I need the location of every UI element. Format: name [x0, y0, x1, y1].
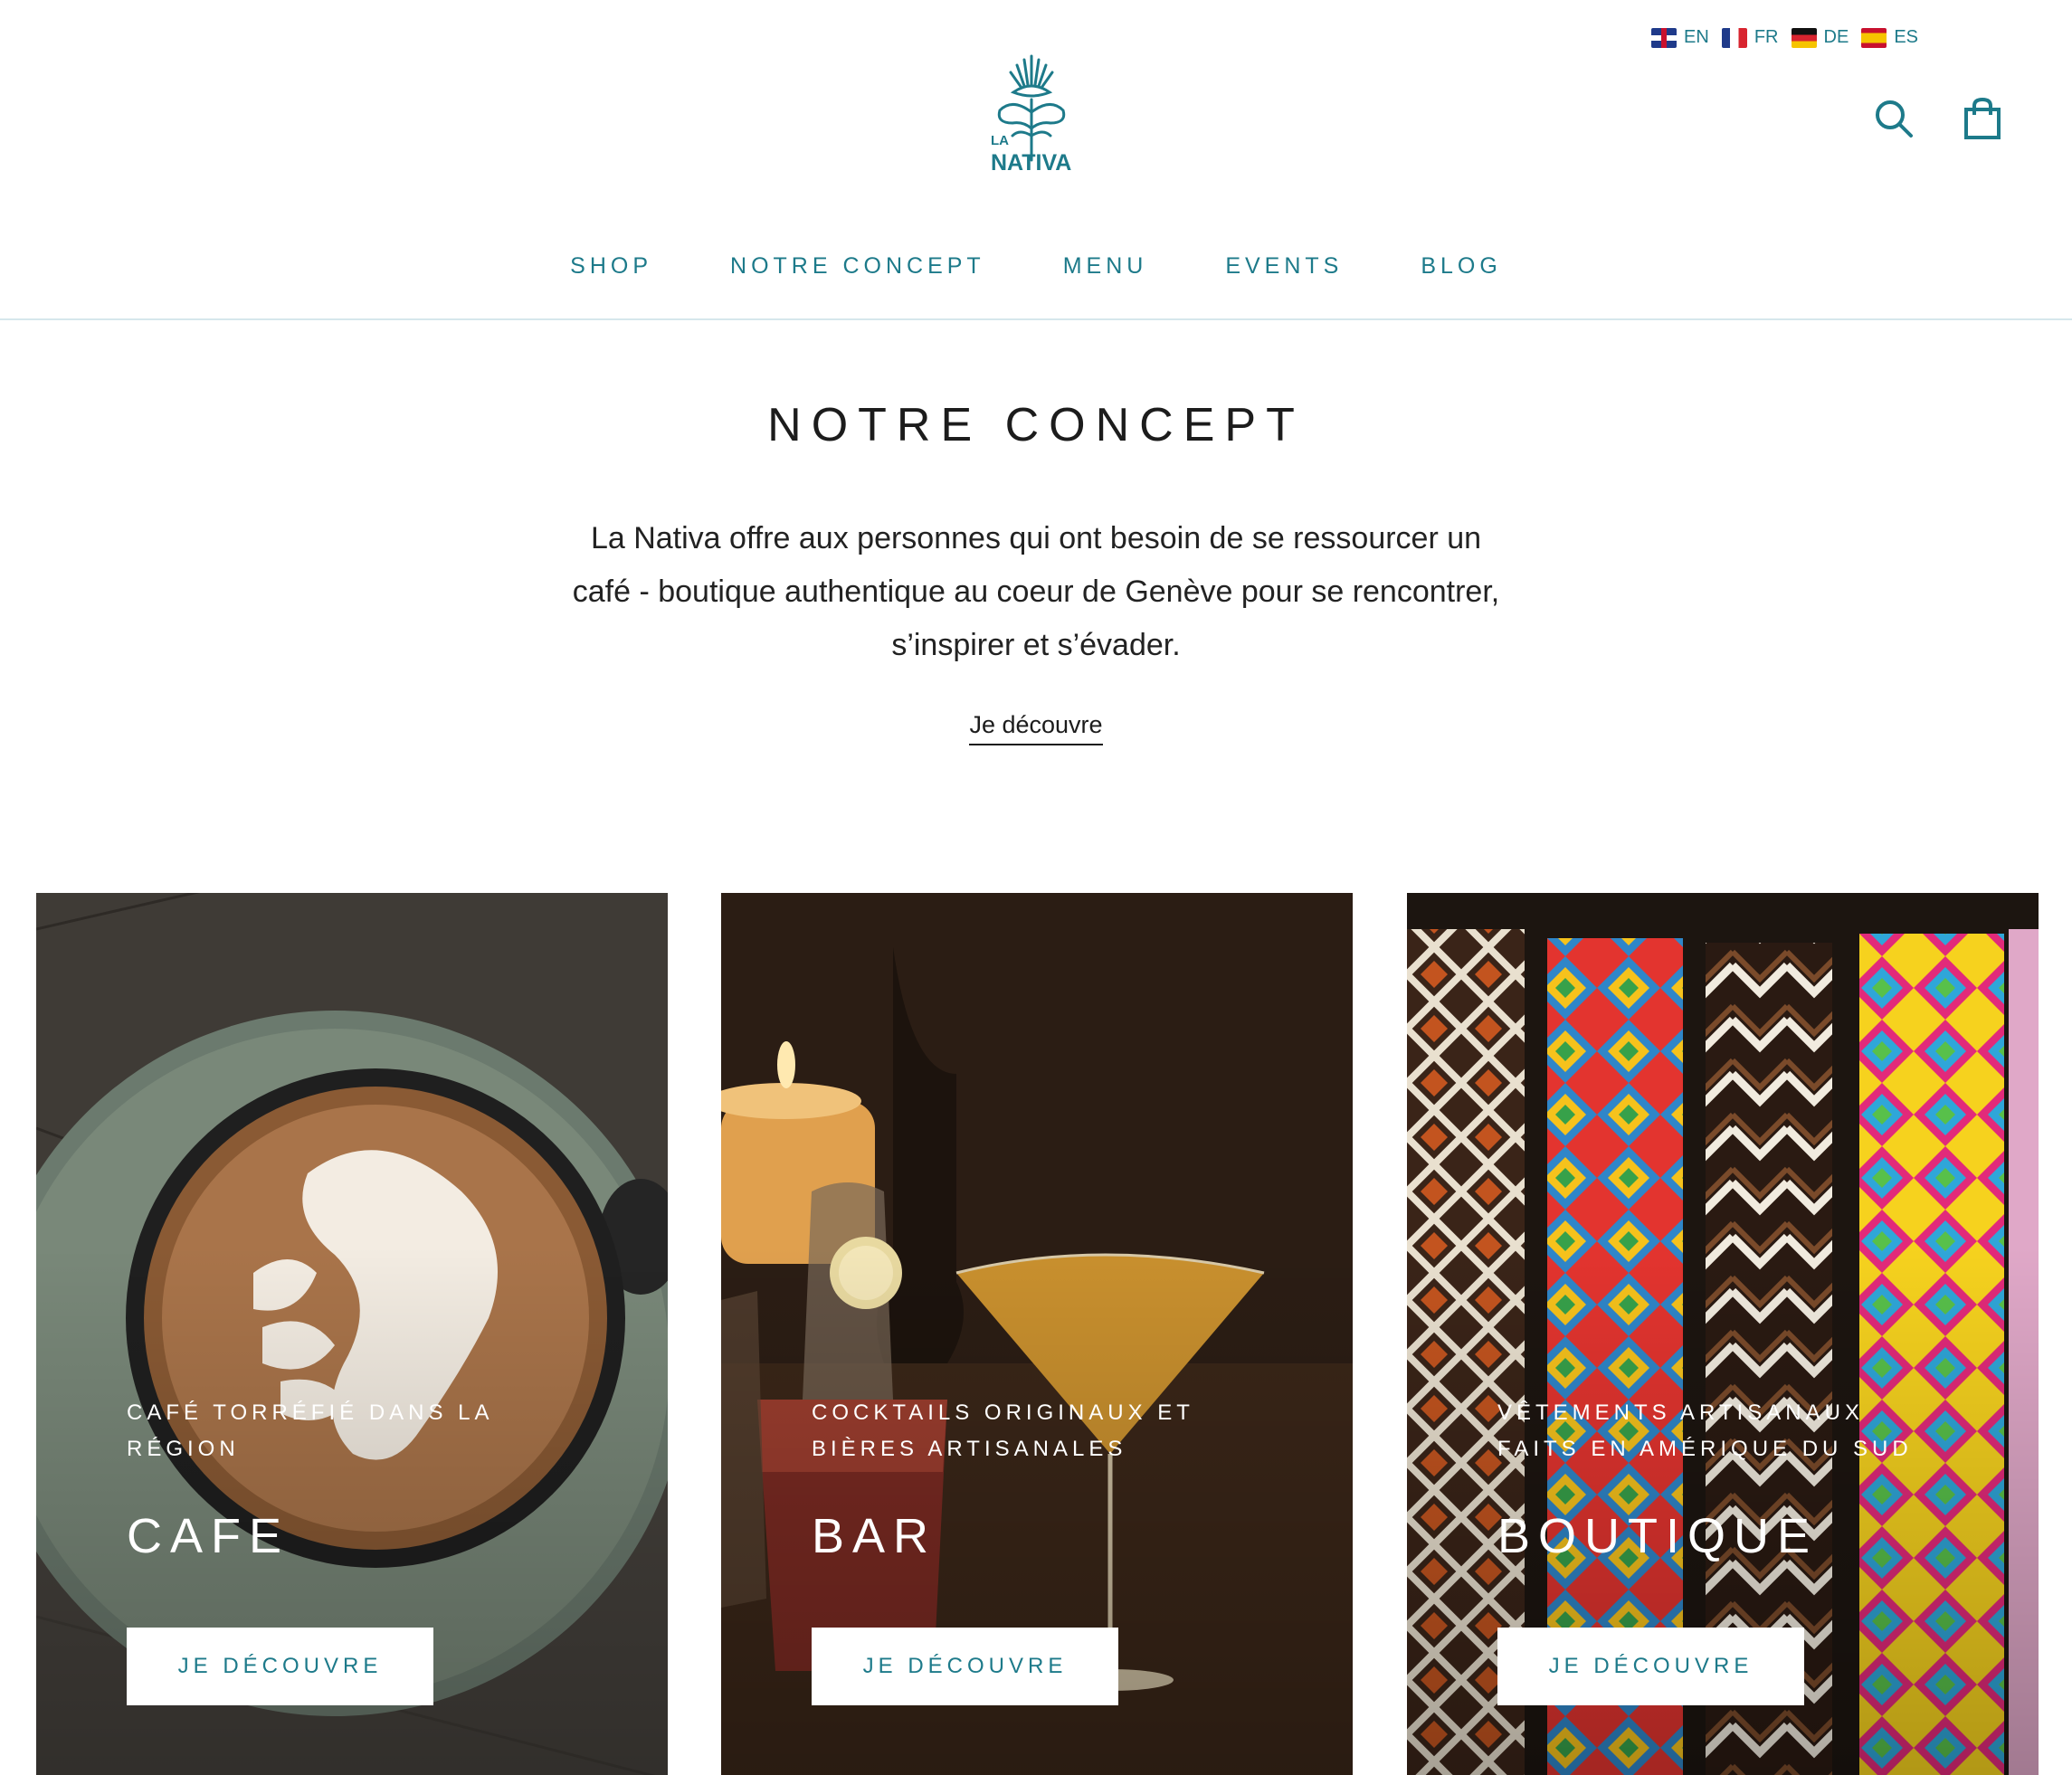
lang-es[interactable]: ES: [1861, 27, 1918, 48]
card-subtitle: VÊTEMENTS ARTISANAUX FAITS EN AMÉRIQUE D…: [1497, 1400, 1913, 1461]
logo-text-la: LA: [991, 133, 1009, 148]
nav-item-notre-concept[interactable]: NOTRE CONCEPT: [730, 253, 985, 280]
lang-en[interactable]: EN: [1651, 27, 1709, 48]
lang-label: EN: [1684, 27, 1709, 47]
boutique-discover-button[interactable]: JE DÉCOUVRE: [1497, 1628, 1804, 1705]
bar-discover-button[interactable]: JE DÉCOUVRE: [812, 1628, 1118, 1705]
lang-fr[interactable]: FR: [1721, 27, 1779, 48]
intro-link-wrap: Je découvre: [0, 711, 2072, 745]
main-nav: SHOP NOTRE CONCEPT MENU EVENTS BLOG: [0, 253, 2072, 280]
card-title: BAR: [812, 1509, 937, 1563]
card-boutique[interactable]: VÊTEMENTS ARTISANAUX FAITS EN AMÉRIQUE D…: [1407, 893, 2039, 1775]
shopping-bag-icon: [1964, 97, 2001, 139]
lang-label: DE: [1823, 27, 1849, 47]
page-title: NOTRE CONCEPT: [767, 399, 1305, 451]
nav-item-events[interactable]: EVENTS: [1225, 253, 1343, 280]
card-subtitle: COCKTAILS ORIGINAUX ET BIÈRES ARTISANALE…: [812, 1400, 1194, 1461]
card-title: BOUTIQUE: [1497, 1509, 1819, 1563]
cafe-discover-button[interactable]: JE DÉCOUVRE: [127, 1628, 433, 1705]
discover-link[interactable]: Je découvre: [969, 711, 1103, 745]
flag-es-icon: [1861, 27, 1887, 48]
header-actions: [1873, 96, 2003, 141]
intro-text: La Nativa offre aux personnes qui ont be…: [572, 521, 1500, 662]
search-icon: [1876, 100, 1913, 138]
nav-item-shop[interactable]: SHOP: [570, 253, 652, 280]
site-logo[interactable]: LA NATIVA: [973, 47, 1090, 178]
flag-uk-icon: [1651, 27, 1678, 48]
card-cafe[interactable]: CAFÉ TORRÉFIÉ DANS LA RÉGION CAFE JE DÉC…: [36, 893, 668, 1775]
lang-label: ES: [1894, 27, 1918, 47]
nav-item-blog[interactable]: BLOG: [1421, 253, 1501, 280]
lang-label: FR: [1754, 27, 1779, 47]
search-button[interactable]: [1873, 96, 1915, 141]
flag-de-icon: [1791, 27, 1817, 48]
la-nativa-logo-icon: LA NATIVA: [991, 54, 1071, 176]
card-subtitle: CAFÉ TORRÉFIÉ DANS LA RÉGION: [127, 1400, 493, 1461]
nav-item-menu[interactable]: MENU: [1063, 253, 1148, 280]
language-switcher: EN FR DE ES: [1651, 27, 1918, 48]
card-bar[interactable]: COCKTAILS ORIGINAUX ET BIÈRES ARTISANALE…: [721, 893, 1353, 1775]
cart-button[interactable]: [1962, 96, 2003, 141]
logo-text-nativa: NATIVA: [991, 150, 1071, 176]
lang-de[interactable]: DE: [1791, 27, 1849, 48]
card-title: CAFE: [127, 1509, 290, 1563]
site-header: EN FR DE ES LA NATIVA SHOP NOTRE CONCEPT…: [0, 0, 2072, 320]
flag-fr-icon: [1721, 27, 1747, 48]
